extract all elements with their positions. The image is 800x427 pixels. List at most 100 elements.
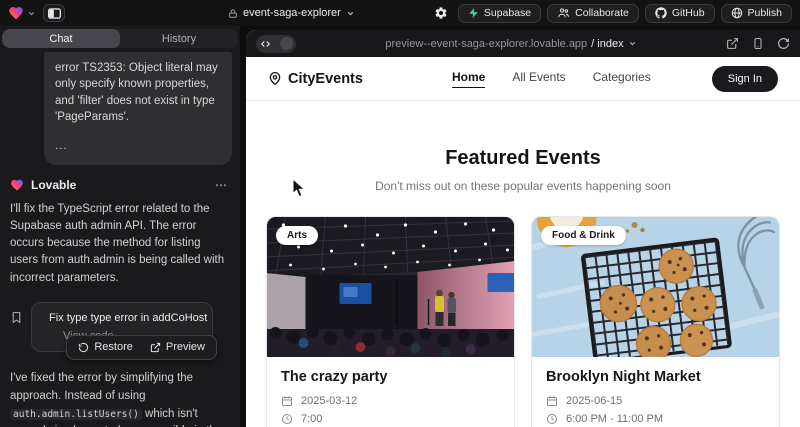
inline-code-listusers: auth.admin.listUsers() bbox=[10, 409, 142, 420]
supabase-icon bbox=[468, 7, 479, 19]
event-title: Brooklyn Night Market bbox=[546, 369, 765, 385]
toggle-knob bbox=[280, 37, 293, 50]
event-card-body: Brooklyn Night Market 2025-06-15 6:00 PM… bbox=[532, 357, 779, 427]
code-preview-toggle[interactable] bbox=[256, 35, 296, 53]
event-date: 2025-06-15 bbox=[566, 395, 622, 407]
chevron-down-icon bbox=[27, 9, 36, 18]
restore-label: Restore bbox=[94, 341, 133, 353]
gear-icon bbox=[434, 6, 448, 20]
featured-section: Featured Events Don't miss out on these … bbox=[246, 147, 800, 193]
sign-in-button[interactable]: Sign In bbox=[712, 66, 778, 92]
refresh-icon bbox=[777, 37, 790, 50]
publish-button[interactable]: Publish bbox=[721, 4, 792, 23]
publish-label: Publish bbox=[748, 7, 782, 19]
site-viewport: CityEvents Home All Events Categories Si… bbox=[246, 57, 800, 427]
github-icon bbox=[655, 7, 667, 19]
map-pin-icon bbox=[268, 71, 282, 86]
preview-topbar: preview--event-saga-explorer.lovable.app… bbox=[246, 30, 800, 57]
preview-url-selector[interactable]: preview--event-saga-explorer.lovable.app… bbox=[296, 38, 726, 50]
nav-link-categories[interactable]: Categories bbox=[593, 70, 651, 88]
restore-preview-toolbar: Restore Preview bbox=[66, 335, 217, 360]
code-fix-row: Fix type type error in addCoHost View co… bbox=[10, 302, 232, 352]
collaborate-button[interactable]: Collaborate bbox=[547, 4, 639, 23]
site-brand[interactable]: CityEvents bbox=[268, 71, 363, 87]
event-card-brooklyn-market[interactable]: Food & Drink Brooklyn Night Market 2025-… bbox=[531, 216, 780, 427]
user-message-bubble: error TS2353: Object literal may only sp… bbox=[44, 52, 232, 165]
smartphone-icon bbox=[752, 37, 764, 50]
preview-route: / index bbox=[591, 38, 623, 50]
event-time-row: 7:00 bbox=[281, 413, 500, 425]
result-text-1: I've fixed the error by simplifying the … bbox=[10, 372, 193, 402]
nav-link-all-events[interactable]: All Events bbox=[512, 70, 565, 88]
category-badge: Food & Drink bbox=[541, 226, 626, 245]
supabase-button[interactable]: Supabase bbox=[458, 4, 541, 23]
chat-panel: Chat History error TS2353: Object litera… bbox=[0, 26, 240, 427]
assistant-name: Lovable bbox=[31, 178, 76, 192]
tab-chat[interactable]: Chat bbox=[2, 29, 120, 48]
tab-history[interactable]: History bbox=[120, 29, 238, 48]
assistant-header: Lovable ⋯ bbox=[10, 178, 232, 192]
preview-label: Preview bbox=[166, 341, 205, 353]
lovable-heart-icon bbox=[8, 5, 24, 21]
open-in-new-tab-button[interactable] bbox=[726, 37, 739, 50]
restore-button[interactable]: Restore bbox=[70, 337, 141, 358]
assistant-result-text: I've fixed the error by simplifying the … bbox=[10, 370, 232, 427]
event-time: 6:00 PM - 11:00 PM bbox=[566, 413, 663, 425]
event-time: 7:00 bbox=[301, 413, 322, 425]
chevron-down-icon bbox=[628, 39, 637, 48]
lovable-heart-icon bbox=[10, 178, 24, 192]
chat-history-tabs: Chat History bbox=[2, 29, 238, 48]
toggle-sidebar-button[interactable] bbox=[43, 4, 65, 22]
collaborate-users-icon bbox=[557, 7, 570, 19]
event-meta: 2025-06-15 6:00 PM - 11:00 PM Prospect P… bbox=[546, 395, 765, 427]
code-icon bbox=[259, 39, 272, 49]
chevron-down-icon bbox=[346, 9, 355, 18]
event-date-row: 2025-06-15 bbox=[546, 395, 765, 407]
calendar-icon bbox=[546, 395, 558, 407]
assistant-intro-text: I'll fix the TypeScript error related to… bbox=[10, 201, 232, 287]
bookmark-icon bbox=[10, 310, 23, 325]
github-label: GitHub bbox=[672, 7, 705, 19]
event-title: The crazy party bbox=[281, 369, 500, 385]
event-time-row: 6:00 PM - 11:00 PM bbox=[546, 413, 765, 425]
supabase-label: Supabase bbox=[484, 7, 531, 19]
site-header: CityEvents Home All Events Categories Si… bbox=[246, 57, 800, 101]
chat-messages: error TS2353: Object literal may only sp… bbox=[0, 48, 240, 427]
fix-card-title: Fix type type error in addCoHost bbox=[49, 312, 207, 324]
calendar-icon bbox=[281, 395, 293, 407]
nav-link-home[interactable]: Home bbox=[452, 70, 485, 88]
globe-icon bbox=[731, 7, 743, 19]
event-date: 2025-03-12 bbox=[301, 395, 357, 407]
editor-topbar: event-saga-explorer Supabase Collaborate… bbox=[0, 0, 800, 26]
tab-history-label: History bbox=[162, 33, 196, 45]
settings-button[interactable] bbox=[430, 3, 452, 23]
site-nav: Home All Events Categories bbox=[424, 70, 651, 88]
refresh-button[interactable] bbox=[777, 37, 790, 50]
preview-button[interactable]: Preview bbox=[142, 337, 213, 358]
message-truncation-ellipsis: ... bbox=[55, 138, 221, 154]
section-subtitle: Don't miss out on these popular events h… bbox=[246, 179, 800, 193]
project-name: event-saga-explorer bbox=[243, 7, 341, 19]
fix-card-header: Fix type type error in addCoHost bbox=[42, 312, 202, 324]
category-badge: Arts bbox=[276, 226, 318, 245]
preview-panel: preview--event-saga-explorer.lovable.app… bbox=[246, 30, 800, 427]
brand-name: CityEvents bbox=[288, 71, 363, 87]
preview-controls bbox=[726, 37, 790, 50]
event-cards: Arts The crazy party 2025-03-12 7:00 bbox=[246, 216, 800, 427]
tab-chat-label: Chat bbox=[49, 33, 72, 45]
event-card-crazy-party[interactable]: Arts The crazy party 2025-03-12 7:00 bbox=[266, 216, 515, 427]
mobile-view-button[interactable] bbox=[752, 37, 764, 50]
clock-icon bbox=[546, 413, 558, 425]
bookmark-icon[interactable] bbox=[10, 302, 23, 325]
section-title: Featured Events bbox=[246, 147, 800, 170]
project-selector[interactable]: event-saga-explorer bbox=[228, 0, 355, 26]
restore-icon bbox=[78, 342, 89, 353]
lovable-logo-menu[interactable] bbox=[8, 5, 36, 21]
collaborate-label: Collaborate bbox=[575, 7, 629, 19]
event-card-body: The crazy party 2025-03-12 7:00 Barce bbox=[267, 357, 514, 427]
external-link-icon bbox=[150, 342, 161, 353]
message-menu-button[interactable]: ⋯ bbox=[215, 178, 232, 192]
github-button[interactable]: GitHub bbox=[645, 4, 715, 23]
topbar-actions: Supabase Collaborate GitHub Publish bbox=[430, 3, 792, 23]
event-image-cookies: Food & Drink bbox=[532, 217, 779, 357]
